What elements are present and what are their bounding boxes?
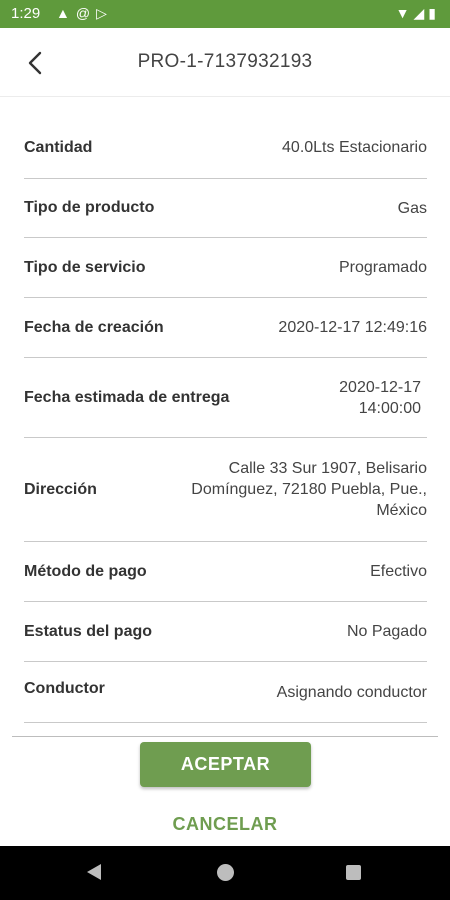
detail-label: Estatus del pago — [24, 622, 153, 640]
value-line: México — [376, 502, 427, 519]
status-bar: 1:29 ▲@▷ ▼◢▮ — [0, 0, 450, 28]
detail-value: Calle 33 Sur 1907, Belisario Domínguez, … — [191, 458, 427, 521]
value-line: Domínguez, 72180 Puebla, Pue., — [191, 481, 427, 498]
detail-label: Método de pago — [24, 562, 147, 580]
detail-label: Tipo de servicio — [24, 258, 146, 276]
detail-label: Tipo de producto — [24, 199, 155, 216]
system-nav-bar — [0, 846, 450, 900]
at-sign-icon: @ — [75, 5, 97, 21]
detail-row-metodo-pago: Método de pago Efectivo — [24, 542, 427, 602]
accept-button[interactable]: ACEPTAR — [140, 742, 311, 787]
action-divider — [12, 736, 438, 737]
detail-row-tipo-servicio: Tipo de servicio Programado — [24, 238, 427, 298]
detail-row-estatus-pago: Estatus del pago No Pagado — [24, 602, 427, 662]
detail-row-fecha-entrega: Fecha estimada de entrega 2020-12-17 14:… — [24, 358, 427, 438]
nav-recents-icon[interactable] — [346, 865, 361, 880]
detail-label: Cantidad — [24, 138, 93, 156]
warning-icon: ▲ — [56, 5, 76, 21]
value-line: 14:00:00 — [358, 399, 421, 417]
detail-row-direccion: Dirección Calle 33 Sur 1907, Belisario D… — [24, 438, 427, 542]
value-line: Calle 33 Sur 1907, Belisario — [228, 460, 427, 477]
detail-label: Dirección — [24, 480, 97, 498]
cancel-button[interactable]: CANCELAR — [150, 808, 300, 840]
detail-label: Fecha de creación — [24, 318, 164, 336]
detail-value: Efectivo — [370, 563, 427, 580]
battery-icon: ▮ — [428, 5, 440, 21]
page-title: PRO-1-7137932193 — [137, 51, 313, 72]
play-store-icon: ▷ — [96, 5, 113, 21]
detail-value: 40.0Lts Estacionario — [282, 139, 427, 156]
detail-value: Gas — [397, 199, 427, 217]
detail-value: 2020-12-17 14:00:00 — [339, 377, 427, 419]
notification-icons: ▲@▷ — [56, 5, 113, 22]
nav-home-icon[interactable] — [217, 864, 234, 881]
detail-value: 2020-12-17 12:49:16 — [278, 319, 427, 336]
detail-row-fecha-creacion: Fecha de creación 2020-12-17 12:49:16 — [24, 298, 427, 358]
detail-label: Conductor — [24, 680, 105, 697]
system-icons: ▼◢▮ — [396, 5, 440, 22]
app-bar: PRO-1-7137932193 — [0, 28, 450, 97]
signal-icon: ◢ — [413, 5, 429, 21]
wifi-icon: ▼ — [395, 5, 414, 21]
detail-value: No Pagado — [346, 623, 427, 640]
order-details: Cantidad 40.0Lts Estacionario Tipo de pr… — [0, 97, 450, 737]
nav-back-icon[interactable] — [87, 864, 101, 880]
value-line: 2020-12-17 — [339, 378, 421, 396]
detail-value: Asignando conductor — [276, 683, 427, 701]
detail-row-conductor: Conductor Asignando conductor — [24, 662, 427, 723]
detail-value: Programado — [338, 259, 427, 276]
detail-label: Fecha estimada de entrega — [24, 388, 230, 406]
detail-row-tipo-producto: Tipo de producto Gas — [24, 179, 427, 238]
detail-row-cantidad: Cantidad 40.0Lts Estacionario — [24, 117, 427, 179]
status-time: 1:29 — [11, 5, 41, 22]
